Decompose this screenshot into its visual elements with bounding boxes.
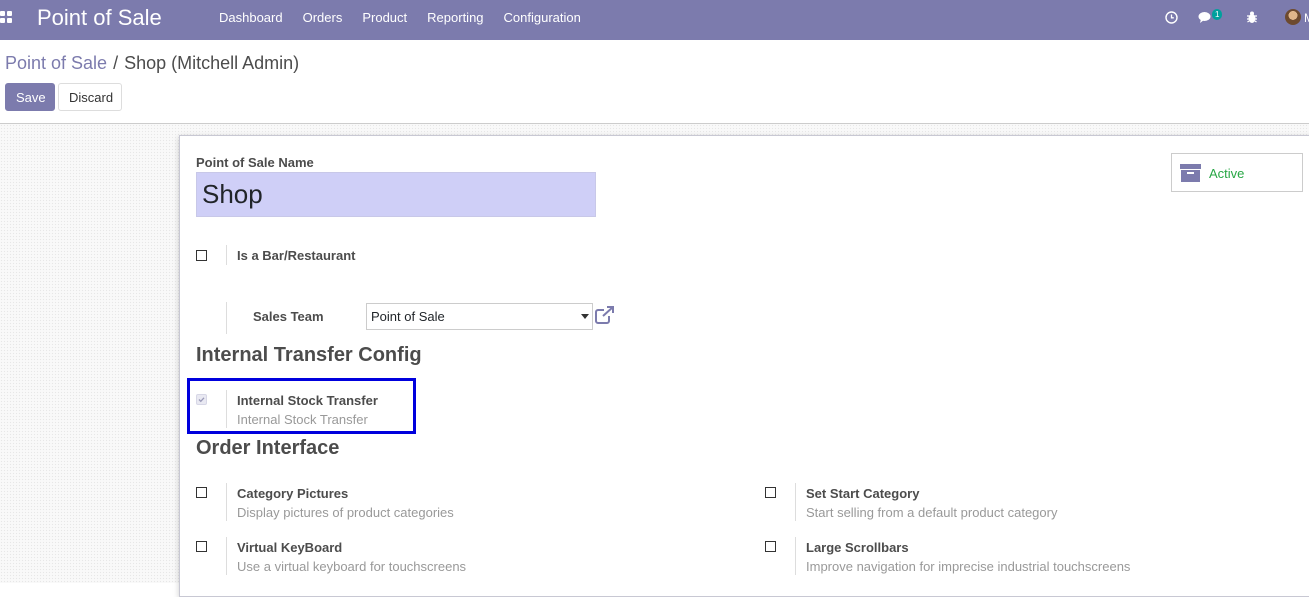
bar-restaurant-label: Is a Bar/Restaurant (237, 248, 356, 263)
sales-team-value: Point of Sale (371, 309, 445, 324)
menu-configuration[interactable]: Configuration (494, 0, 591, 40)
external-link-icon[interactable] (595, 306, 615, 324)
discard-button[interactable]: Discard (58, 83, 122, 111)
virtual-keyboard-label: Virtual KeyBoard (237, 540, 343, 555)
category-pictures-checkbox[interactable] (196, 487, 207, 498)
clock-icon[interactable] (1165, 11, 1178, 24)
internal-transfer-section-title: Internal Transfer Config (196, 344, 422, 366)
divider (795, 537, 796, 575)
set-start-category-desc: Start selling from a default product cat… (806, 505, 1058, 520)
bar-restaurant-checkbox[interactable] (196, 250, 207, 261)
caret-down-icon (581, 314, 589, 319)
category-pictures-desc: Display pictures of product categories (237, 505, 454, 520)
main-menu: Dashboard Orders Product Reporting Confi… (209, 0, 591, 40)
control-panel: Point of Sale / Shop (Mitchell Admin) Save… (0, 40, 1309, 124)
messages-count-badge: 1 (1212, 9, 1223, 20)
large-scrollbars-desc: Improve navigation for imprecise industr… (806, 559, 1131, 574)
top-navbar: Point of Sale Dashboard Orders Product R… (0, 0, 1309, 40)
menu-dashboard[interactable]: Dashboard (209, 0, 293, 40)
set-start-category-checkbox[interactable] (765, 487, 776, 498)
divider (226, 483, 227, 521)
menu-orders[interactable]: Orders (293, 0, 353, 40)
order-interface-section-title: Order Interface (196, 437, 340, 459)
menu-product[interactable]: Product (352, 0, 417, 40)
user-avatar[interactable] (1285, 9, 1301, 25)
pos-name-label: Point of Sale Name (196, 155, 314, 170)
menu-reporting[interactable]: Reporting (417, 0, 493, 40)
apps-icon[interactable] (0, 11, 14, 25)
active-label: Active (1209, 166, 1245, 181)
breadcrumb-separator: / (113, 53, 119, 73)
sales-team-label: Sales Team (253, 309, 324, 324)
sales-team-select[interactable]: Point of Sale (366, 303, 593, 330)
archive-icon (1180, 164, 1201, 182)
virtual-keyboard-desc: Use a virtual keyboard for touchscreens (237, 559, 467, 574)
virtual-keyboard-checkbox[interactable] (196, 541, 207, 552)
bug-icon[interactable] (1246, 11, 1258, 24)
highlight-box (187, 378, 416, 434)
chat-icon[interactable] (1198, 11, 1213, 24)
set-start-category-label: Set Start Category (806, 486, 920, 501)
app-title: Point of Sale (37, 5, 162, 30)
divider (226, 245, 227, 265)
pos-name-input[interactable]: Shop (196, 172, 596, 217)
category-pictures-label: Category Pictures (237, 486, 349, 501)
active-toggle-button[interactable]: Active (1171, 153, 1303, 192)
user-name-initial[interactable]: M (1304, 11, 1309, 25)
divider (795, 483, 796, 521)
divider (226, 302, 227, 334)
breadcrumb-parent-link[interactable]: Point of Sale (5, 53, 107, 73)
divider (226, 537, 227, 575)
save-button[interactable]: Save (5, 83, 55, 111)
large-scrollbars-checkbox[interactable] (765, 541, 776, 552)
breadcrumb: Point of Sale / Shop (Mitchell Admin) (5, 53, 299, 74)
breadcrumb-current: Shop (Mitchell Admin) (124, 53, 300, 73)
large-scrollbars-label: Large Scrollbars (806, 540, 909, 555)
